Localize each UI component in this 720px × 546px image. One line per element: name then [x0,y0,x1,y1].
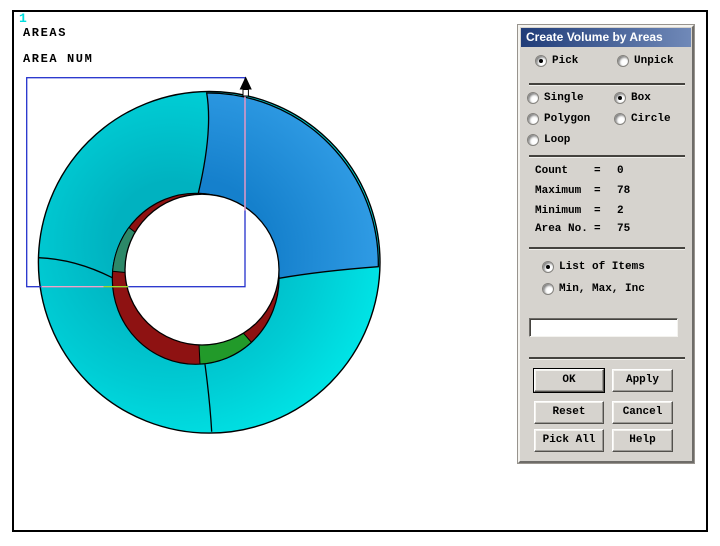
radio-circle-circle [614,113,626,125]
radio-unpick-circle [617,55,629,67]
stat-count: Count = 0 [535,165,624,177]
annotation-areas: AREAS [23,26,68,40]
radio-list-of-items[interactable]: List of Items [542,260,645,274]
radio-pick-label: Pick [552,55,579,67]
radio-single-label: Single [544,92,584,104]
stat-minimum: Minimum = 2 [535,205,624,217]
separator [529,155,685,157]
radio-box[interactable]: Box [614,91,651,105]
cancel-button[interactable]: Cancel [612,401,673,424]
application-screen: 1 AREAS AREA NUM Create Volume by Areas … [0,0,720,546]
separator [529,83,685,85]
dialog-titlebar[interactable]: Create Volume by Areas [521,28,691,47]
radio-min-max-inc-circle [542,283,554,295]
separator [529,247,685,249]
radio-list-of-items-circle [542,261,554,273]
stat-maximum: Maximum = 78 [535,185,631,197]
help-button[interactable]: Help [612,429,673,452]
ok-button[interactable]: OK [533,368,605,393]
apply-button[interactable]: Apply [612,369,673,392]
radio-single[interactable]: Single [527,91,584,105]
radio-unpick-label: Unpick [634,55,674,67]
reset-button[interactable]: Reset [534,401,604,424]
radio-list-of-items-label: List of Items [559,261,645,273]
radio-single-circle [527,92,539,104]
radio-unpick[interactable]: Unpick [617,54,674,68]
radio-loop-circle [527,134,539,146]
pick-all-button[interactable]: Pick All [534,429,604,452]
radio-box-circle [614,92,626,104]
radio-pick-circle [535,55,547,67]
radio-polygon-label: Polygon [544,113,591,125]
radio-polygon[interactable]: Polygon [527,112,590,126]
separator [529,357,685,359]
radio-pick[interactable]: Pick [535,54,578,68]
radio-polygon-circle [527,113,539,125]
radio-loop-label: Loop [544,134,571,146]
item-list-input[interactable] [529,318,678,337]
radio-loop[interactable]: Loop [527,133,570,147]
plot-id-label: 1 [19,11,27,26]
radio-min-max-inc[interactable]: Min, Max, Inc [542,282,645,296]
annotation-area-num: AREA NUM [23,52,94,66]
radio-circle[interactable]: Circle [614,112,671,126]
radio-min-max-inc-label: Min, Max, Inc [559,283,645,295]
create-volume-by-areas-dialog: Create Volume by Areas Pick Unpick Singl… [518,25,694,463]
radio-box-label: Box [631,92,651,104]
radio-circle-label: Circle [631,113,671,125]
stat-area-no: Area No. = 75 [535,223,631,235]
